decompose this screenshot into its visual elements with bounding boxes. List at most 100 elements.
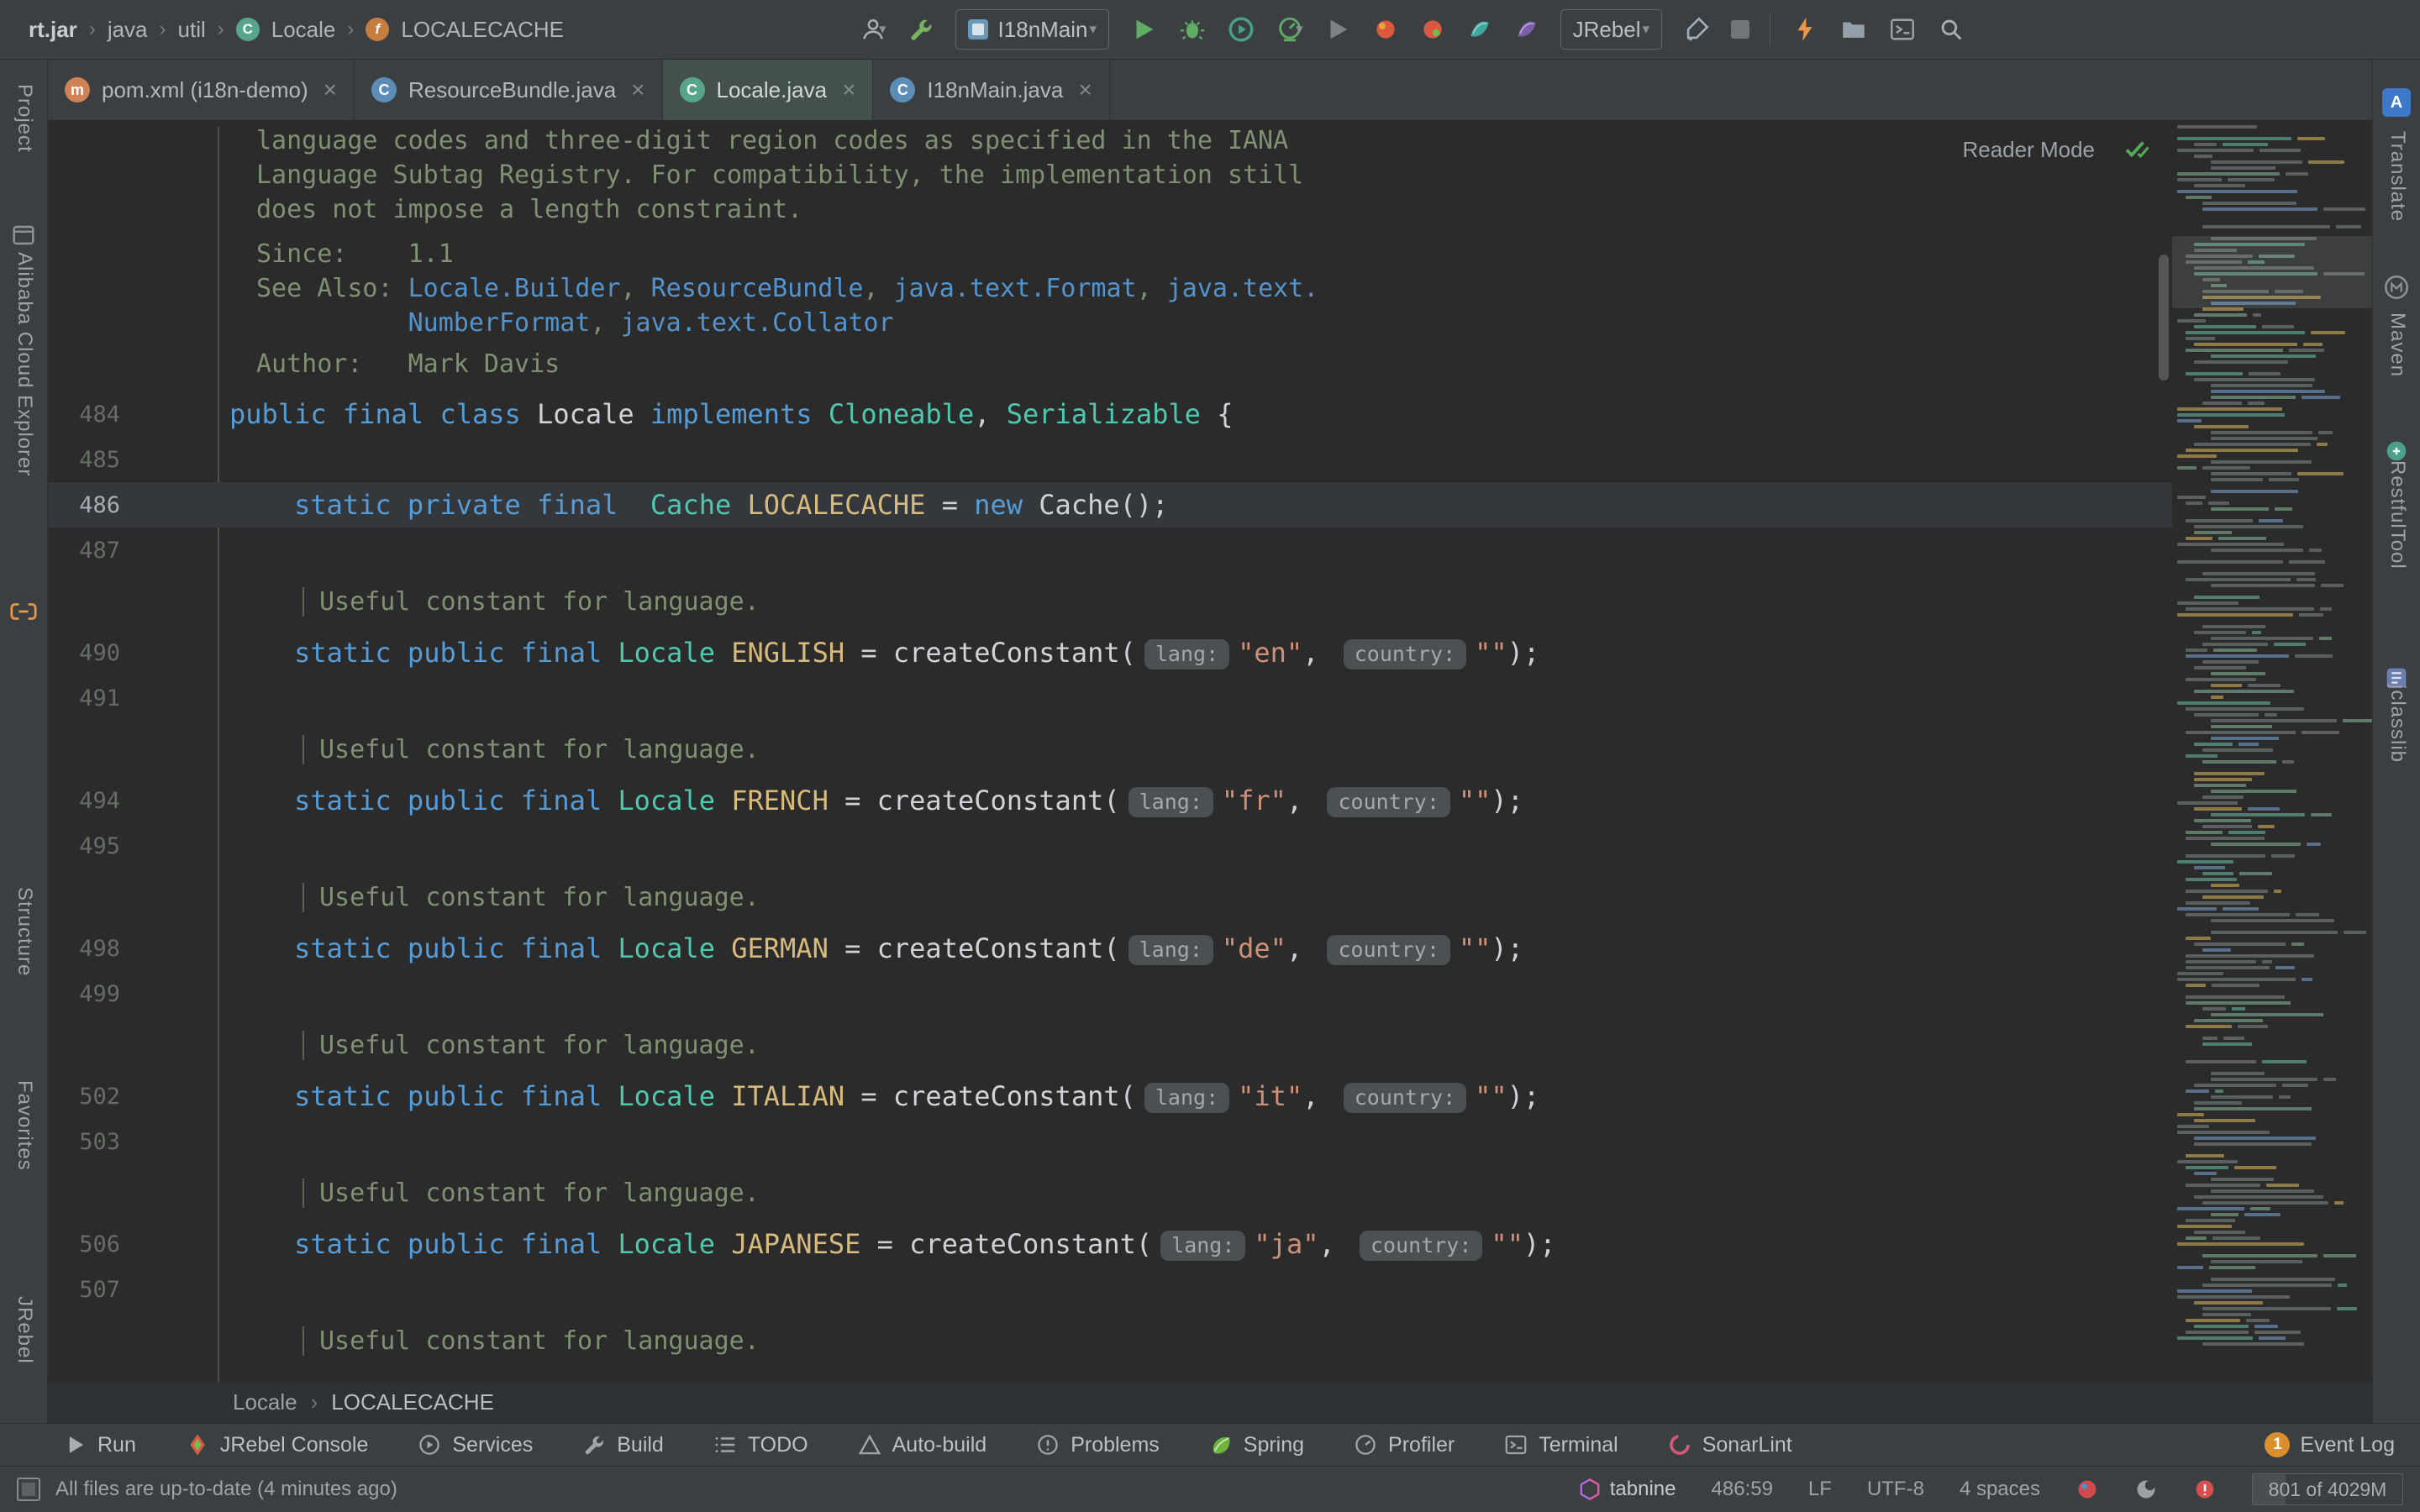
lightning-icon[interactable] [1791, 15, 1819, 44]
stripe-item-structure[interactable]: Structure [13, 887, 36, 976]
update-badge-icon[interactable] [2075, 1478, 2099, 1501]
stripe-item-alibaba-cloud-explorer[interactable]: Alibaba Cloud Explorer [13, 252, 36, 476]
minimap-line [2172, 1231, 2372, 1234]
tool-button-event-log[interactable]: 1Event Log [2265, 1432, 2395, 1457]
jrebel-debug-icon[interactable] [1419, 16, 1446, 43]
tool-button-services[interactable]: Services [417, 1432, 533, 1457]
line-separator[interactable]: LF [1808, 1478, 1832, 1501]
jrebel-select[interactable]: JRebel ▾ [1560, 9, 1662, 50]
editor-panel[interactable]: language codes and three-digit region co… [48, 120, 2372, 1382]
translate-icon[interactable]: A [2382, 88, 2411, 117]
minimap-line [2172, 860, 2372, 864]
tab-i18nmain-java[interactable]: CI18nMain.java× [873, 60, 1109, 120]
doc-link[interactable]: Locale.Builder [408, 274, 621, 303]
debug-button[interactable] [1178, 15, 1207, 44]
breadcrumb-item-localecache[interactable]: LOCALECACHE [401, 17, 564, 43]
editor-breadcrumb-localecache[interactable]: LOCALECACHE [331, 1389, 494, 1415]
close-icon[interactable]: × [631, 76, 644, 103]
maven-stripe-icon[interactable] [2382, 273, 2411, 302]
alibaba-cloud-icon[interactable] [9, 597, 38, 626]
xrebel-icon[interactable] [1466, 16, 1493, 43]
stop-button[interactable] [1731, 20, 1749, 39]
stripe-item-restfultool[interactable]: RestfulTool [2386, 460, 2409, 570]
file-encoding[interactable]: UTF-8 [1867, 1478, 1924, 1501]
stripe-item-jrebel[interactable]: JRebel [13, 1296, 36, 1364]
doc-link[interactable]: NumberFormat [408, 308, 591, 338]
breadcrumb-item-java[interactable]: java [108, 17, 148, 43]
folded-doc-comment[interactable]: Useful constant for language. [48, 1164, 2174, 1221]
minimap-line [2172, 760, 2372, 764]
tab-pom-xml-i18n-demo[interactable]: mpom.xml (i18n-demo)× [48, 60, 355, 120]
code-token: ); [1523, 1228, 1556, 1260]
code-token: Locale [537, 398, 650, 430]
stripe-item-maven[interactable]: Maven [2386, 312, 2409, 377]
tool-button-terminal[interactable]: Terminal [1503, 1432, 1618, 1457]
caret-position[interactable]: 486:59 [1712, 1478, 1773, 1501]
memory-indicator[interactable]: 801 of 4029M [2252, 1473, 2403, 1505]
minimap-line [2172, 596, 2372, 599]
minimap-viewport[interactable] [2172, 236, 2372, 308]
run-configuration-select[interactable]: I18nMain ▾ [955, 9, 1110, 50]
folded-doc-comment[interactable]: Useful constant for language. [48, 1016, 2174, 1074]
minimap[interactable] [2172, 120, 2372, 1382]
search-icon[interactable] [1937, 15, 1965, 44]
tool-button-run[interactable]: Run [62, 1432, 136, 1457]
doc-link[interactable]: java.text. [1167, 274, 1319, 303]
tool-button-sonarlint[interactable]: SonarLint [1667, 1432, 1792, 1457]
editor-scrollbar-thumb[interactable] [2159, 255, 2169, 381]
stripe-item-jclasslib[interactable]: jclasslib [2386, 685, 2409, 763]
brush-icon[interactable] [1682, 15, 1711, 44]
breadcrumb-item-locale[interactable]: Locale [271, 17, 336, 43]
folded-doc-comment[interactable]: Useful constant for language. [48, 721, 2174, 778]
stripe-item-translate[interactable]: Translate [2386, 131, 2409, 222]
folded-doc-comment[interactable]: Useful constant for language. [48, 573, 2174, 630]
close-icon[interactable]: × [324, 76, 337, 103]
inspection-ok-icon[interactable] [2122, 134, 2152, 164]
folder-icon[interactable] [1839, 15, 1868, 44]
minimap-line [2172, 1095, 2372, 1099]
close-icon[interactable]: × [842, 76, 855, 103]
tool-button-label: TODO [748, 1433, 808, 1457]
minimap-line [2172, 572, 2372, 575]
tab-locale-java[interactable]: CLocale.java× [663, 60, 874, 120]
tool-button-jrebel-console[interactable]: JRebel Console [185, 1432, 369, 1457]
breadcrumb-item-rtjar[interactable]: rt.jar [29, 17, 77, 43]
close-icon[interactable]: × [1078, 76, 1092, 103]
code-token: "fr" [1222, 785, 1286, 816]
tool-button-spring[interactable]: Spring [1208, 1432, 1304, 1457]
minimap-line [2172, 537, 2372, 540]
indent-style[interactable]: 4 spaces [1960, 1478, 2040, 1501]
tabnine-widget[interactable]: tabnine [1578, 1478, 1676, 1501]
status-toggle-icon[interactable] [17, 1478, 40, 1501]
tool-button-todo[interactable]: TODO [713, 1432, 808, 1457]
minimap-line [2172, 413, 2372, 417]
jrebel-run-icon[interactable] [1372, 16, 1399, 43]
run-with-coverage-button[interactable] [1227, 15, 1255, 44]
reader-mode-toggle[interactable]: Reader Mode [1962, 137, 2095, 163]
stripe-item-project[interactable]: Project [13, 84, 36, 153]
fatal-error-icon[interactable] [2193, 1478, 2217, 1501]
tool-button-auto-build[interactable]: Auto-build [857, 1432, 987, 1457]
editor-breadcrumb-locale[interactable]: Locale [233, 1389, 297, 1415]
tool-button-build[interactable]: Build [581, 1432, 664, 1457]
folded-doc-comment[interactable]: Useful constant for language. [48, 1312, 2174, 1369]
breadcrumb-item-util[interactable]: util [178, 17, 206, 43]
stripe-item-favorites[interactable]: Favorites [13, 1080, 36, 1171]
jrebel-remote-icon[interactable] [1513, 16, 1540, 43]
doc-link[interactable]: java.text.Collator [621, 308, 894, 338]
doc-link[interactable]: ResourceBundle [651, 274, 864, 303]
user-account-button[interactable]: ▾ [859, 15, 886, 44]
minimap-line [2172, 496, 2372, 499]
run-button[interactable] [1129, 15, 1158, 44]
terminal-icon[interactable] [1888, 15, 1917, 44]
profiler-button[interactable]: ▾ [1276, 15, 1303, 44]
tool-button-problems[interactable]: Problems [1035, 1432, 1160, 1457]
tool-button-profiler[interactable]: Profiler [1353, 1432, 1455, 1457]
do-not-disturb-icon[interactable] [2134, 1478, 2158, 1501]
tab-resourcebundle-java[interactable]: CResourceBundle.java× [355, 60, 663, 120]
build-wrench-icon[interactable] [907, 15, 935, 44]
run-disabled-button[interactable] [1323, 15, 1352, 44]
folded-doc-comment[interactable]: Useful constant for language. [48, 869, 2174, 926]
pin-window-icon[interactable] [9, 221, 38, 249]
doc-link[interactable]: java.text.Format [894, 274, 1137, 303]
